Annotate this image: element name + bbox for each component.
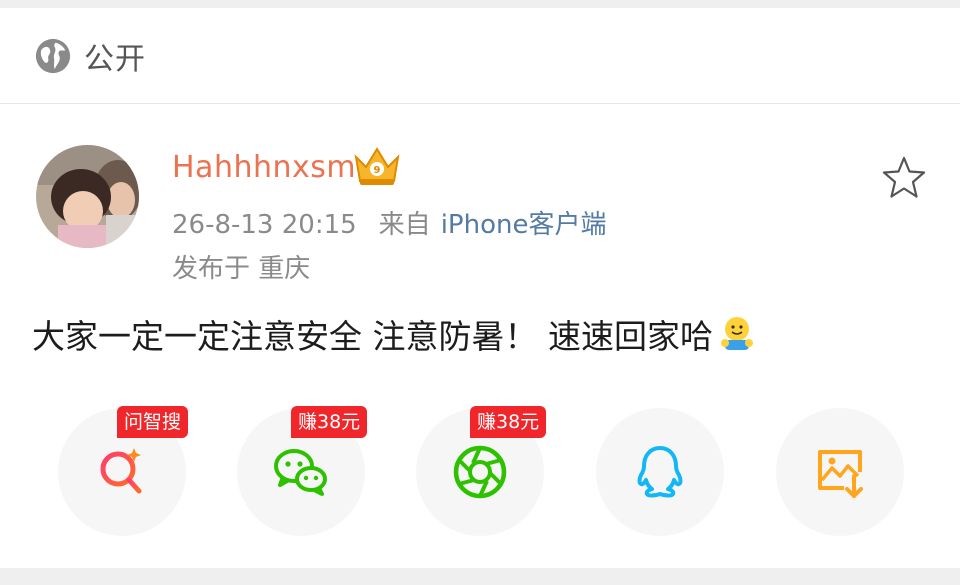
share-ai-search-button[interactable]: 问智搜	[58, 406, 189, 536]
vip-crown-icon: 9	[354, 147, 400, 185]
qq-icon	[637, 446, 683, 498]
star-icon[interactable]	[880, 154, 928, 202]
post-text: 大家一定一定注意安全 注意防暑！ 速速回家哈	[32, 317, 713, 356]
visibility-label: 公开	[84, 41, 146, 77]
share-qq-button[interactable]	[596, 408, 724, 536]
hug-emoji-icon	[720, 317, 753, 350]
post-time: 26-8-13 20:15	[172, 210, 357, 240]
ai-search-badge: 问智搜	[117, 406, 189, 438]
source-prefix: 来自	[378, 210, 431, 240]
share-moments-button[interactable]: 赚38元	[416, 406, 547, 536]
wechat-icon	[274, 449, 327, 496]
bottom-separator	[0, 568, 960, 585]
visibility-setting[interactable]: 公开	[0, 8, 960, 104]
moments-badge: 赚38元	[470, 406, 547, 438]
svg-text:9: 9	[374, 165, 381, 176]
avatar[interactable]	[36, 145, 139, 248]
share-wechat-button[interactable]: 赚38元	[237, 406, 368, 536]
ai-search-icon	[100, 448, 142, 494]
save-image-icon	[818, 450, 863, 498]
post-location: 发布于 重庆	[172, 254, 311, 284]
top-separator	[0, 0, 960, 8]
post-meta: 26-8-13 20:15 来自 iPhone客户端	[172, 204, 606, 241]
username[interactable]: Hahhhnxsm	[172, 150, 356, 185]
source-link[interactable]: iPhone客户端	[441, 204, 607, 241]
wechat-badge: 赚38元	[291, 406, 368, 438]
save-image-button[interactable]	[776, 408, 904, 536]
wechat-moments-icon	[453, 445, 507, 499]
post-content: 大家一定一定注意安全 注意防暑！ 速速回家哈	[32, 310, 757, 358]
globe-icon	[35, 38, 71, 73]
